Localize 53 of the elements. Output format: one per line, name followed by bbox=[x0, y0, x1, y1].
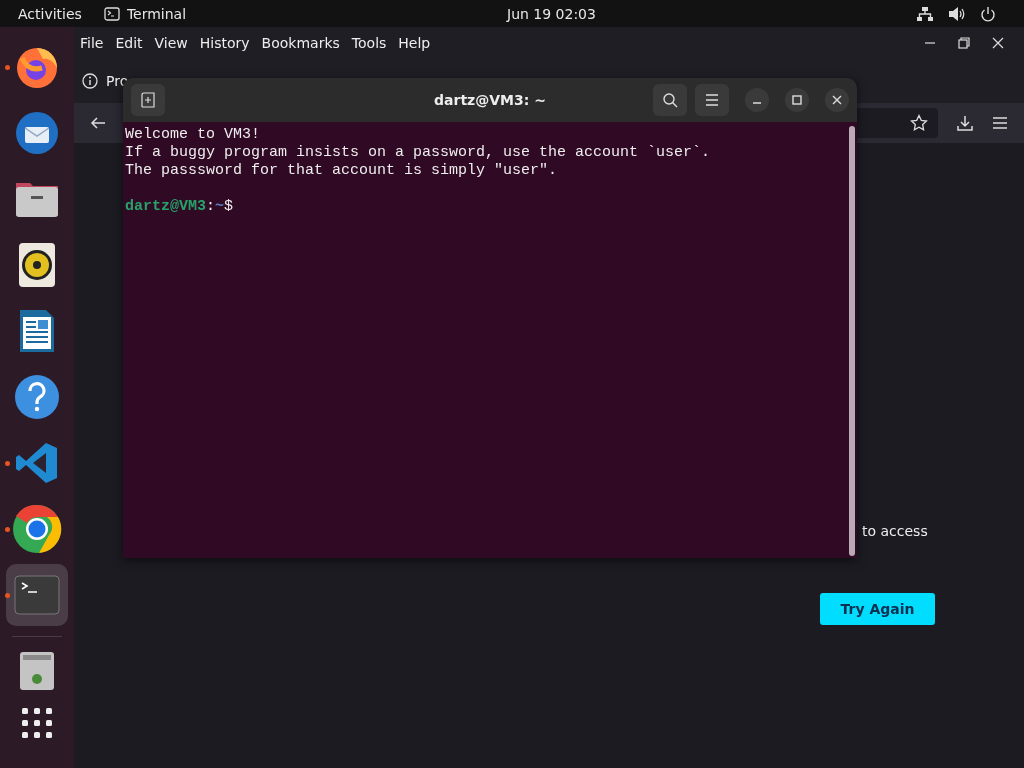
code-editor-icon bbox=[15, 441, 59, 485]
minimize-button[interactable] bbox=[745, 88, 769, 112]
menu-icon bbox=[705, 94, 719, 106]
menu-item[interactable]: Tools bbox=[351, 34, 387, 51]
download-icon[interactable] bbox=[956, 114, 974, 132]
minimize-icon bbox=[752, 102, 762, 104]
speaker-icon bbox=[18, 242, 56, 288]
new-tab-button[interactable] bbox=[131, 84, 165, 116]
scrollbar[interactable] bbox=[849, 126, 855, 556]
menu-icon[interactable] bbox=[992, 116, 1008, 130]
menu-item[interactable]: Bookmarks bbox=[261, 34, 340, 51]
document-icon bbox=[18, 308, 56, 354]
browser-icon bbox=[12, 504, 62, 554]
maximize-button[interactable] bbox=[785, 88, 809, 112]
menu-item[interactable]: File bbox=[80, 34, 104, 51]
prompt-symbol: $ bbox=[224, 198, 234, 215]
prompt-separator: : bbox=[206, 198, 216, 215]
app-menu[interactable]: Terminal bbox=[103, 5, 187, 22]
restore-icon[interactable] bbox=[958, 36, 970, 49]
terminal-icon bbox=[14, 575, 60, 615]
maximize-icon bbox=[792, 95, 802, 105]
address-bar[interactable] bbox=[854, 108, 938, 138]
try-again-button[interactable]: Try Again bbox=[820, 593, 935, 625]
network-icon[interactable] bbox=[916, 5, 934, 22]
window-title: dartz@VM3: ~ bbox=[433, 92, 547, 108]
back-arrow-icon[interactable] bbox=[90, 115, 106, 131]
terminal-line: The passsword for that account is simply "user". bbox=[125, 162, 559, 180]
question-mark-icon bbox=[14, 374, 60, 420]
prompt-path: ~ bbox=[215, 198, 225, 215]
menu-item[interactable]: Help bbox=[398, 34, 431, 51]
menu-item[interactable]: History bbox=[199, 34, 250, 51]
power-icon[interactable] bbox=[980, 5, 996, 22]
bird-envelope-icon bbox=[14, 110, 60, 156]
new-tab-icon bbox=[140, 92, 156, 108]
search-button[interactable] bbox=[653, 84, 687, 116]
volume-icon[interactable] bbox=[948, 5, 966, 22]
menu-item[interactable]: Edit bbox=[115, 34, 143, 51]
info-icon bbox=[82, 72, 98, 89]
menu-button[interactable] bbox=[695, 84, 729, 116]
close-icon bbox=[832, 95, 842, 105]
search-icon bbox=[662, 92, 678, 108]
grid-icon bbox=[21, 707, 53, 739]
terminal-icon bbox=[103, 6, 120, 21]
terminal-line: If a buggy program insists on a password, use the account `user`. bbox=[125, 144, 712, 162]
close-button[interactable] bbox=[825, 88, 849, 112]
star-icon[interactable] bbox=[910, 114, 928, 132]
error-text: to access bbox=[862, 523, 928, 539]
terminal-line: Welcome to VM3! bbox=[125, 126, 262, 144]
close-icon[interactable] bbox=[992, 36, 1004, 49]
clock[interactable]: Jun 19 02:03 bbox=[507, 5, 596, 22]
activities-button[interactable]: Activities bbox=[18, 5, 82, 22]
prompt-user-host: dartz@VM3 bbox=[125, 198, 206, 215]
menu-item[interactable]: View bbox=[154, 34, 188, 51]
